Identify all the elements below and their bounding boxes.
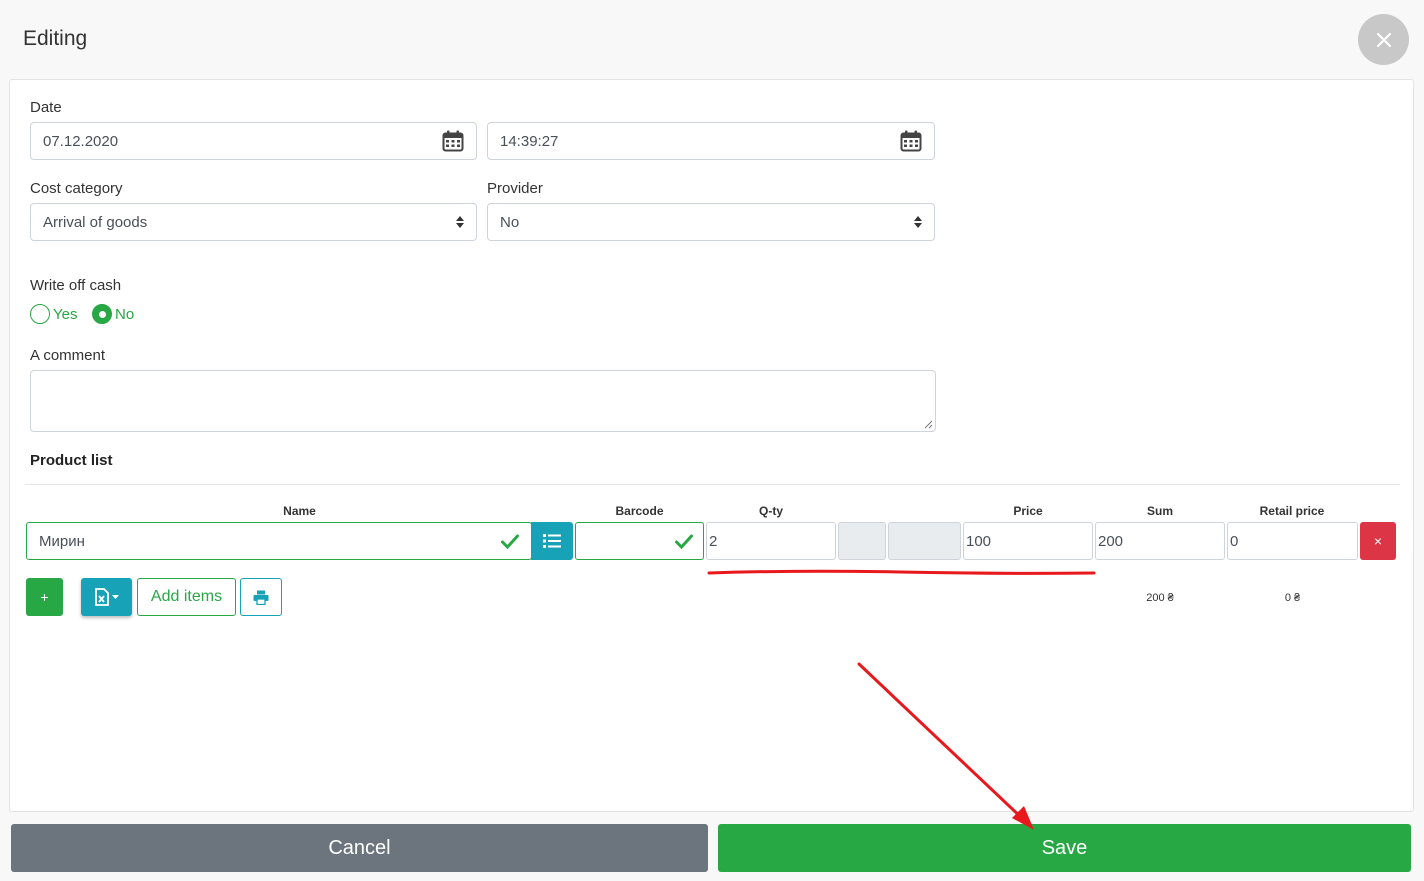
provider-select[interactable]: No xyxy=(487,203,935,241)
cost-category-select[interactable]: Arrival of goods xyxy=(30,203,477,241)
check-icon xyxy=(501,534,519,549)
comment-textarea[interactable] xyxy=(30,370,936,432)
retail-price-input[interactable]: 0 xyxy=(1227,522,1358,560)
column-header-qty: Q-ty xyxy=(759,504,783,518)
column-header-barcode: Barcode xyxy=(615,504,664,518)
column-header-sum: Sum xyxy=(1146,504,1173,518)
cost-category-value: Arrival of goods xyxy=(43,213,148,231)
product-list-title: Product list xyxy=(30,452,113,469)
sort-icon xyxy=(914,204,922,240)
comment-label: A comment xyxy=(30,347,106,364)
print-button[interactable] xyxy=(240,578,282,616)
page-title: Editing xyxy=(23,27,88,50)
calendar-icon[interactable] xyxy=(900,123,922,159)
write-off-no[interactable]: No xyxy=(92,304,134,324)
add-row-button[interactable]: + xyxy=(26,578,63,616)
provider-value: No xyxy=(500,213,520,231)
time-input[interactable]: 14:39:27 xyxy=(487,122,935,160)
disabled-field xyxy=(838,522,886,560)
calendar-icon[interactable] xyxy=(442,123,464,159)
qty-value: 2 xyxy=(709,532,718,550)
time-value: 14:39:27 xyxy=(500,132,559,150)
date-label: Date xyxy=(30,99,62,116)
column-header-price: Price xyxy=(1013,504,1043,518)
delete-row-button[interactable]: × xyxy=(1360,522,1396,560)
edit-form-panel: Date 07.12.2020 14:39:27 Cost category A… xyxy=(9,79,1414,812)
date-input[interactable]: 07.12.2020 xyxy=(30,122,477,160)
close-icon xyxy=(1376,32,1391,47)
date-value: 07.12.2020 xyxy=(43,132,119,150)
close-button[interactable] xyxy=(1358,14,1409,65)
column-header-name: Name xyxy=(283,504,316,518)
product-catalog-button[interactable] xyxy=(531,522,573,560)
write-off-label: Write off cash xyxy=(30,277,122,294)
sort-icon xyxy=(456,204,464,240)
total-sum: 200 ₴ xyxy=(1146,592,1174,604)
qty-input[interactable]: 2 xyxy=(706,522,836,560)
radio-no[interactable] xyxy=(92,304,112,324)
print-icon xyxy=(253,590,269,605)
check-icon xyxy=(675,534,693,549)
price-value: 100 xyxy=(966,532,992,550)
divider xyxy=(25,484,1400,485)
radio-no-label: No xyxy=(115,305,135,323)
retail-price-value: 0 xyxy=(1230,532,1239,550)
header: Editing xyxy=(0,0,1424,80)
sum-value: 200 xyxy=(1098,532,1124,550)
column-header-retail: Retail price xyxy=(1259,504,1325,518)
total-retail: 0 ₴ xyxy=(1284,592,1301,604)
write-off-yes[interactable]: Yes xyxy=(30,304,77,324)
sum-input[interactable]: 200 xyxy=(1095,522,1225,560)
provider-label: Provider xyxy=(487,180,543,197)
product-name-input[interactable]: Мирин xyxy=(26,522,532,560)
price-input[interactable]: 100 xyxy=(963,522,1093,560)
barcode-input[interactable] xyxy=(575,522,704,560)
cost-category-label: Cost category xyxy=(30,180,123,197)
resize-handle-icon[interactable] xyxy=(924,420,933,429)
excel-icon xyxy=(94,588,119,606)
radio-yes-label: Yes xyxy=(53,305,78,323)
save-button[interactable]: Save xyxy=(718,824,1411,872)
add-items-button[interactable]: Add items xyxy=(137,578,236,616)
product-name-value: Мирин xyxy=(39,532,85,550)
excel-menu-button[interactable] xyxy=(81,578,132,616)
list-icon xyxy=(543,534,561,548)
cancel-button[interactable]: Cancel xyxy=(11,824,708,872)
radio-yes[interactable] xyxy=(30,304,50,324)
disabled-field xyxy=(888,522,961,560)
